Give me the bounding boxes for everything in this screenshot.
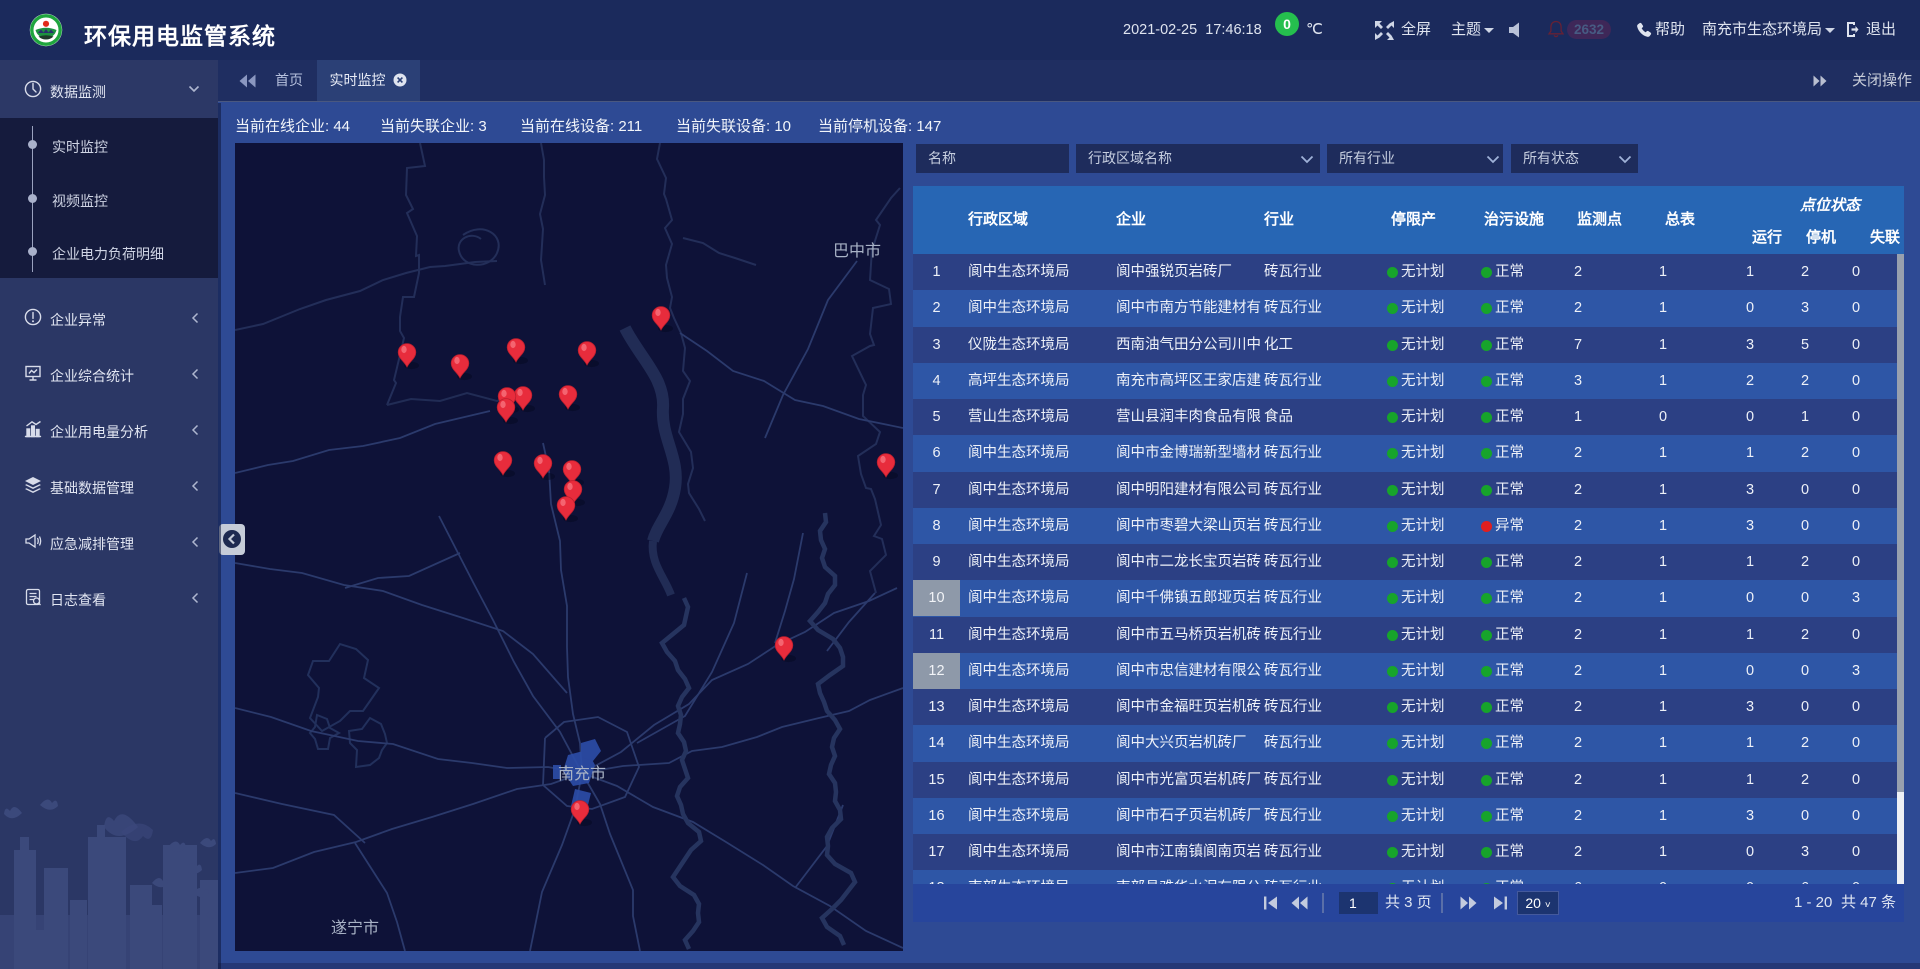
svg-text:巴中市: 巴中市 <box>833 242 881 260</box>
svg-text:遂宁市: 遂宁市 <box>331 919 379 937</box>
svg-text:南充市: 南充市 <box>558 765 606 783</box>
